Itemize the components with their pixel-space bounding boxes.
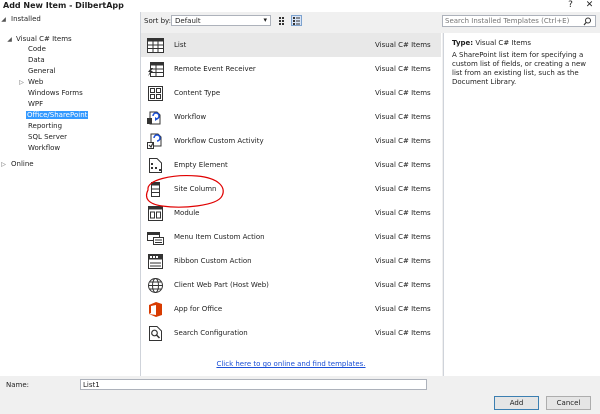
content-type-icon [148, 86, 163, 101]
tree-node-code[interactable]: Code [27, 44, 47, 55]
tree-node-wpf[interactable]: WPF [27, 99, 44, 110]
tree-node-data[interactable]: Data [27, 55, 46, 66]
template-item-search-configuration[interactable]: Search Configuration Visual C# Items [141, 321, 441, 345]
template-item-ribbon-custom-action[interactable]: Ribbon Custom Action Visual C# Items [141, 249, 441, 273]
search-icon[interactable] [583, 17, 592, 26]
grid-view-icon [279, 17, 284, 25]
search-config-icon [149, 326, 162, 341]
template-item-workflow-custom-activity[interactable]: Workflow Custom Activity Visual C# Items [141, 129, 441, 153]
tree-node-reporting[interactable]: Reporting [27, 121, 63, 132]
expanded-arrow-icon[interactable]: ◢ [0, 14, 7, 25]
sort-by-dropdown[interactable]: Default ▾ [171, 15, 271, 26]
template-item-menu-item-custom-action[interactable]: Menu Item Custom Action Visual C# Items [141, 225, 441, 249]
sort-by-value: Default [175, 17, 201, 25]
template-item-list[interactable]: List Visual C# Items [141, 33, 441, 57]
expanded-arrow-icon[interactable]: ◢ [6, 34, 13, 45]
add-button[interactable]: Add [494, 396, 539, 410]
cancel-button[interactable]: Cancel [546, 396, 591, 410]
tree-node-workflow[interactable]: Workflow [27, 143, 61, 154]
office-app-icon [149, 302, 162, 317]
collapsed-arrow-icon[interactable]: ▷ [18, 77, 25, 88]
workflow-icon [147, 111, 161, 125]
ribbon-action-icon [148, 254, 163, 269]
type-value: Visual C# Items [475, 39, 531, 47]
small-icons-view-button[interactable] [291, 15, 302, 26]
search-input[interactable] [445, 16, 575, 26]
tree-node-office-sharepoint[interactable]: Office/SharePoint [26, 110, 89, 121]
search-templates-box[interactable] [442, 15, 596, 27]
web-part-icon [148, 278, 163, 293]
template-item-app-for-office[interactable]: App for Office Visual C# Items [141, 297, 441, 321]
category-tree: ◢ Installed ◢ Visual C# Items Code Data … [0, 12, 141, 376]
type-line: Type: Visual C# Items [452, 39, 531, 47]
template-item-workflow[interactable]: Workflow Visual C# Items [141, 105, 441, 129]
details-pane: Type: Visual C# Items A SharePoint list … [443, 33, 600, 376]
close-button[interactable]: ✕ [584, 0, 595, 11]
workflow-activity-icon [147, 133, 162, 149]
type-label: Type: [452, 39, 474, 47]
collapsed-arrow-icon[interactable]: ▷ [0, 159, 7, 170]
name-label: Name: [6, 381, 30, 389]
name-field[interactable] [80, 379, 427, 390]
remote-event-receiver-icon [148, 62, 164, 77]
item-description: A SharePoint list item for specifying a … [452, 51, 587, 86]
tree-node-general[interactable]: General [27, 66, 57, 77]
medium-icons-view-button[interactable] [277, 15, 288, 26]
annotation-circle [145, 175, 224, 208]
template-item-remote-event-receiver[interactable]: Remote Event Receiver Visual C# Items [141, 57, 441, 81]
tree-node-sql-server[interactable]: SQL Server [27, 132, 68, 143]
window-title: Add New Item - DilbertApp [3, 1, 124, 10]
tree-node-windows-forms[interactable]: Windows Forms [27, 88, 84, 99]
template-item-client-web-part[interactable]: Client Web Part (Host Web) Visual C# Ite… [141, 273, 441, 297]
title-bar: Add New Item - DilbertApp ? ✕ [0, 0, 600, 12]
list-icon [147, 38, 164, 53]
template-item-content-type[interactable]: Content Type Visual C# Items [141, 81, 441, 105]
help-button[interactable]: ? [565, 0, 576, 11]
find-online-templates-link[interactable]: Click here to go online and find templat… [141, 360, 441, 368]
list-view-icon [293, 17, 300, 25]
chevron-down-icon: ▾ [263, 16, 267, 24]
menu-action-icon [147, 232, 164, 245]
sort-by-label: Sort by: [144, 17, 172, 25]
